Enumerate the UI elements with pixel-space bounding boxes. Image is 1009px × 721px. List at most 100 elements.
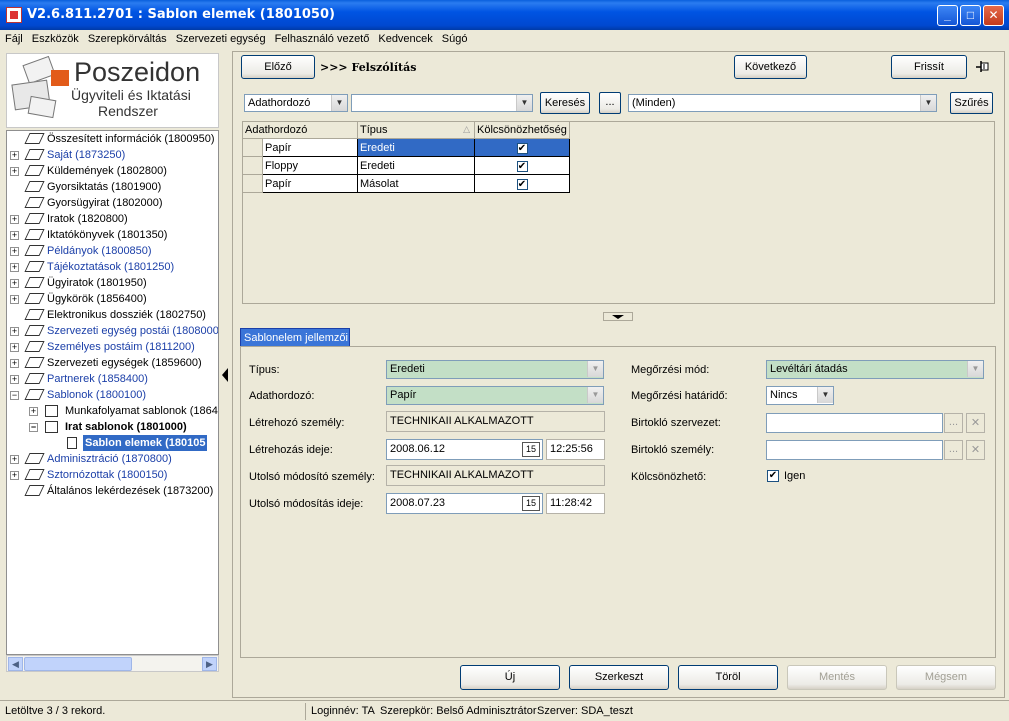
menu-file[interactable]: Fájl [0, 30, 27, 45]
cell-type[interactable]: Másolat [357, 174, 475, 193]
logo-name: Poszeidon [74, 57, 201, 87]
dropdown-arrow-icon[interactable]: ▼ [967, 361, 983, 377]
expand-icon[interactable]: + [10, 263, 19, 272]
expand-icon[interactable]: + [10, 375, 19, 384]
grid-header-row: Adathordozó Típus △ Kölcsönözhetőség [242, 121, 570, 139]
col-header-loanable[interactable]: Kölcsönözhetőség [474, 121, 570, 139]
clear-org-icon[interactable]: ✕ [966, 413, 985, 433]
maximize-button[interactable]: □ [960, 5, 981, 26]
owner-org-field[interactable] [766, 413, 943, 433]
retention-mode-label: Megőrzési mód: [631, 364, 710, 376]
calendar-icon[interactable]: 15 [522, 496, 540, 511]
logo: Poszeidon Ügyviteli és Iktatási Rendszer [6, 53, 219, 128]
dropdown-arrow-icon[interactable]: ▼ [516, 95, 532, 111]
retention-mode-select[interactable]: Levéltári átadás ▼ [766, 360, 984, 379]
next-button[interactable]: Következő [734, 55, 807, 79]
cell-type[interactable]: Eredeti [357, 156, 475, 175]
table-row[interactable]: Papír Másolat ✔ [242, 174, 570, 193]
menu-help[interactable]: Súgó [437, 30, 472, 45]
checkbox-checked-icon[interactable]: ✔ [516, 160, 528, 172]
expand-icon[interactable]: + [10, 295, 19, 304]
minimize-button[interactable]: _ [937, 5, 958, 26]
expand-icon[interactable]: + [10, 151, 19, 160]
expand-icon[interactable]: + [10, 471, 19, 480]
prev-button[interactable]: Előző [241, 55, 315, 79]
type-select[interactable]: Eredeti ▼ [386, 360, 604, 379]
expand-icon[interactable]: + [10, 343, 19, 352]
owner-person-field[interactable] [766, 440, 943, 460]
expand-icon[interactable]: + [10, 279, 19, 288]
cell-loanable[interactable]: ✔ [474, 156, 570, 175]
scroll-right-icon[interactable]: ▶ [202, 657, 217, 671]
more-button[interactable]: ... [599, 92, 621, 114]
folder-icon [24, 197, 45, 208]
pin-icon[interactable] [975, 60, 991, 74]
expand-icon[interactable]: + [10, 215, 19, 224]
navigation-tree[interactable]: Összesített információk (1800950) + Saját… [6, 130, 219, 655]
search-value-input[interactable]: ▼ [351, 94, 533, 112]
medium-select[interactable]: Papír ▼ [386, 386, 604, 405]
menu-favorites[interactable]: Kedvencek [373, 30, 436, 45]
close-button[interactable]: ✕ [983, 5, 1004, 26]
expand-icon[interactable]: + [10, 327, 19, 336]
filter-button[interactable]: Szűrés [950, 92, 993, 114]
cell-medium[interactable]: Papír [262, 138, 358, 157]
checkbox-checked-icon[interactable]: ✔ [516, 142, 528, 154]
save-button[interactable]: Mentés [787, 665, 887, 690]
expand-icon[interactable]: + [29, 407, 38, 416]
col-header-type[interactable]: Típus △ [357, 121, 475, 139]
refresh-button[interactable]: Frissít [891, 55, 967, 79]
expand-icon[interactable]: + [10, 359, 19, 368]
delete-button[interactable]: Töröl [678, 665, 778, 690]
created-at-label: Létrehozás ideje: [249, 444, 333, 456]
browse-org-button[interactable]: ... [944, 413, 963, 433]
scroll-left-icon[interactable]: ◀ [8, 657, 23, 671]
collapse-toggle[interactable] [603, 312, 633, 321]
menu-user-leader[interactable]: Felhasználó vezető [270, 30, 374, 45]
collapse-icon[interactable]: − [29, 423, 38, 432]
search-button[interactable]: Keresés [540, 92, 590, 114]
expand-icon[interactable]: + [10, 167, 19, 176]
menu-tools[interactable]: Eszközök [27, 30, 83, 45]
menu-org-unit[interactable]: Szervezeti egység [171, 30, 270, 45]
browse-person-button[interactable]: ... [944, 440, 963, 460]
cell-medium[interactable]: Floppy [262, 156, 358, 175]
cell-type[interactable]: Eredeti [357, 138, 475, 157]
retention-deadline-select[interactable]: Nincs ▼ [766, 386, 834, 405]
row-header[interactable] [242, 174, 263, 193]
app-icon[interactable] [6, 7, 22, 23]
tree-horizontal-scrollbar[interactable]: ◀ ▶ [6, 655, 219, 672]
new-button[interactable]: Új [460, 665, 560, 690]
menu-role-switch[interactable]: Szerepkörváltás [83, 30, 171, 45]
cancel-button[interactable]: Mégsem [896, 665, 996, 690]
row-header[interactable] [242, 138, 263, 157]
calendar-icon[interactable]: 15 [522, 442, 540, 457]
edit-button[interactable]: Szerkeszt [569, 665, 669, 690]
table-row[interactable]: Papír Eredeti ✔ [242, 138, 570, 157]
expand-icon[interactable]: + [10, 247, 19, 256]
cell-loanable[interactable]: ✔ [474, 174, 570, 193]
dropdown-arrow-icon[interactable]: ▼ [920, 95, 936, 111]
expand-icon[interactable]: + [10, 455, 19, 464]
scroll-thumb[interactable] [24, 657, 132, 671]
folder-icon [24, 229, 45, 240]
dropdown-arrow-icon[interactable]: ▼ [331, 95, 347, 111]
row-header[interactable] [242, 156, 263, 175]
field-select[interactable]: Adathordozó ▼ [244, 94, 348, 112]
checkbox-checked-icon[interactable]: ✔ [516, 178, 528, 190]
clear-person-icon[interactable]: ✕ [966, 440, 985, 460]
panel-splitter[interactable] [219, 360, 231, 390]
collapse-icon[interactable]: − [10, 391, 19, 400]
loanable-checkbox[interactable]: ✔ [767, 470, 779, 482]
cell-loanable[interactable]: ✔ [474, 138, 570, 157]
dropdown-arrow-icon[interactable]: ▼ [587, 361, 603, 377]
expand-icon[interactable]: + [10, 231, 19, 240]
folder-icon [24, 261, 45, 272]
col-header-medium[interactable]: Adathordozó [242, 121, 358, 139]
scope-select[interactable]: (Minden) ▼ [628, 94, 937, 112]
tab-template-properties[interactable]: Sablonelem jellemzői [240, 328, 350, 347]
table-row[interactable]: Floppy Eredeti ✔ [242, 156, 570, 175]
dropdown-arrow-icon[interactable]: ▼ [587, 387, 603, 403]
cell-medium[interactable]: Papír [262, 174, 358, 193]
dropdown-arrow-icon[interactable]: ▼ [817, 387, 833, 403]
